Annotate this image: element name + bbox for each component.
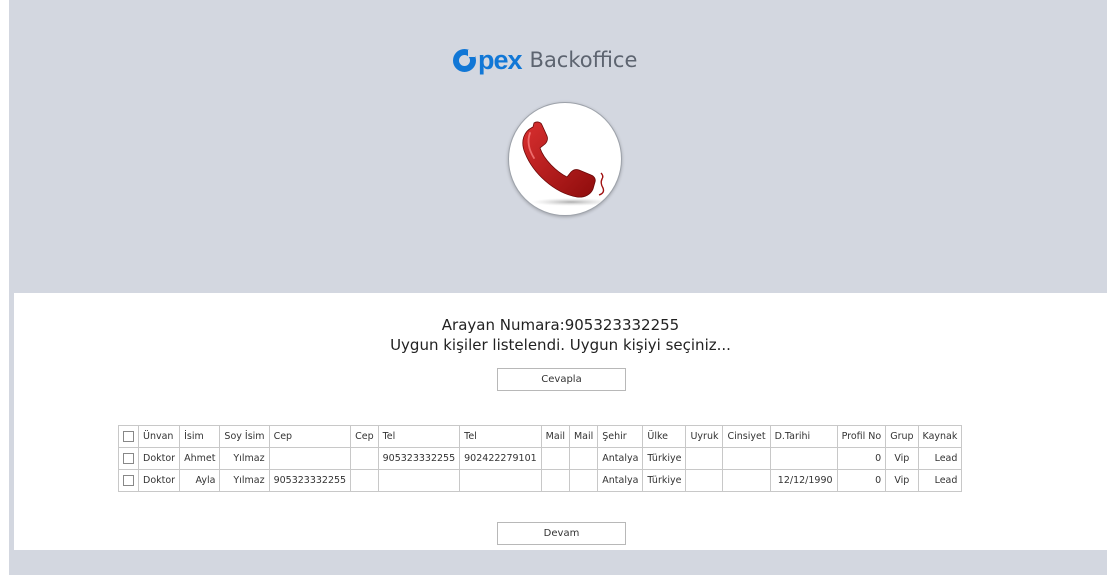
phone-handset-icon xyxy=(522,121,611,206)
cell-unvan: Doktor xyxy=(137,447,181,470)
caller-instruction: Uygun kişiler listelendi. Uygun kişiyi s… xyxy=(390,336,731,354)
cell-tel-2: 902422279101 xyxy=(459,447,542,470)
cell-grup: Vip xyxy=(885,469,919,492)
cell-ulke: Türkiye xyxy=(642,447,687,470)
header-kaynak: Kaynak xyxy=(917,425,963,448)
header-mail-1: Mail xyxy=(540,425,570,448)
cell-isim: Ayla xyxy=(179,469,221,492)
cell-d-tarihi xyxy=(769,447,838,470)
header-mail-2: Mail xyxy=(568,425,599,448)
header-grup: Grup xyxy=(885,425,919,448)
checkbox-icon xyxy=(123,431,134,442)
cell-grup: Vip xyxy=(885,447,919,470)
cell-d-tarihi: 12/12/1990 xyxy=(769,469,838,492)
header-ulke: Ülke xyxy=(642,425,687,448)
cell-profil-no: 0 xyxy=(836,447,887,470)
logo-o-mark-icon xyxy=(453,48,476,72)
header-sehir: Şehir xyxy=(597,425,644,448)
cell-mail-1 xyxy=(540,447,570,470)
cell-unvan: Doktor xyxy=(137,469,181,492)
cell-cep-1 xyxy=(268,447,352,470)
cell-profil-no: 0 xyxy=(836,469,887,492)
header-isim: İsim xyxy=(179,425,221,448)
cell-mail-1 xyxy=(540,469,570,492)
brand-logo: pex Backoffice xyxy=(453,42,637,78)
contacts-table: Ünvan İsim Soy İsim Cep Cep Tel Tel Mail… xyxy=(118,425,963,492)
row-checkbox[interactable] xyxy=(118,469,139,492)
incoming-call-badge xyxy=(508,102,622,216)
table-row[interactable]: Doktor Ayla Yılmaz 905323332255 Antalya … xyxy=(118,469,963,492)
header-tel-1: Tel xyxy=(377,425,461,448)
cell-kaynak: Lead xyxy=(917,447,963,470)
cell-cep-2 xyxy=(350,469,379,492)
checkbox-icon xyxy=(123,453,134,464)
answer-button[interactable]: Cevapla xyxy=(497,368,626,391)
logo-subtitle: Backoffice xyxy=(529,48,638,72)
header-profil-no: Profil No xyxy=(836,425,887,448)
header: pex Backoffice xyxy=(9,0,1107,293)
cell-sehir: Antalya xyxy=(597,469,644,492)
cell-kaynak: Lead xyxy=(917,469,963,492)
row-checkbox[interactable] xyxy=(118,447,139,470)
cell-tel-1: 905323332255 xyxy=(377,447,461,470)
cell-ulke: Türkiye xyxy=(642,469,687,492)
cell-sehir: Antalya xyxy=(597,447,644,470)
header-d-tarihi: D.Tarihi xyxy=(769,425,838,448)
cell-uyruk xyxy=(685,469,724,492)
logo-word: pex xyxy=(478,44,523,75)
select-all-checkbox[interactable] xyxy=(118,425,139,448)
header-uyruk: Uyruk xyxy=(685,425,724,448)
checkbox-icon xyxy=(123,475,134,486)
cell-tel-1 xyxy=(377,469,461,492)
caller-number: Arayan Numara:905323332255 xyxy=(441,316,680,334)
header-soy-isim: Soy İsim xyxy=(219,425,270,448)
table-row[interactable]: Doktor Ahmet Yılmaz 905323332255 9024222… xyxy=(118,447,963,470)
caller-panel: Arayan Numara:905323332255 Uygun kişiler… xyxy=(14,293,1107,550)
header-cinsiyet: Cinsiyet xyxy=(722,425,771,448)
header-unvan: Ünvan xyxy=(137,425,181,448)
cell-cep-2 xyxy=(350,447,379,470)
cell-cinsiyet xyxy=(722,447,771,470)
page-left-edge xyxy=(0,0,9,575)
cell-cinsiyet xyxy=(722,469,771,492)
header-tel-2: Tel xyxy=(459,425,542,448)
header-cep-1: Cep xyxy=(268,425,352,448)
cell-soy-isim: Yılmaz xyxy=(219,469,270,492)
header-cep-2: Cep xyxy=(350,425,379,448)
cell-cep-1: 905323332255 xyxy=(268,469,352,492)
continue-button[interactable]: Devam xyxy=(497,522,626,545)
cell-tel-2 xyxy=(459,469,542,492)
cell-mail-2 xyxy=(568,469,599,492)
cell-uyruk xyxy=(685,447,724,470)
cell-isim: Ahmet xyxy=(179,447,221,470)
cell-soy-isim: Yılmaz xyxy=(219,447,270,470)
cell-mail-2 xyxy=(568,447,599,470)
table-header-row: Ünvan İsim Soy İsim Cep Cep Tel Tel Mail… xyxy=(118,425,963,448)
